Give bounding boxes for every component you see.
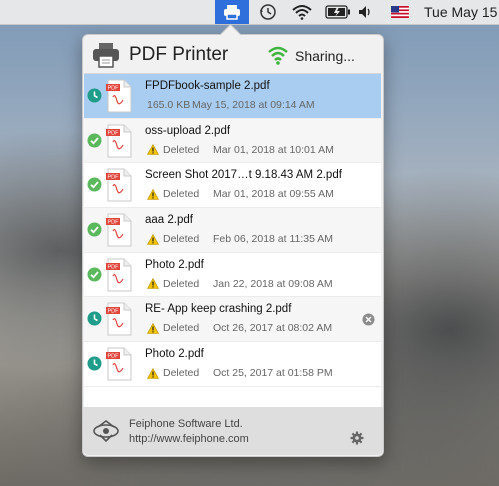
remove-job-icon[interactable] [362, 313, 375, 326]
pdf-file-icon: PDF [105, 258, 133, 292]
svg-text:PDF: PDF [108, 309, 120, 315]
pdf-file-icon: PDF [105, 124, 133, 158]
sharing-status: Sharing... [295, 48, 355, 64]
svg-text:PDF: PDF [108, 175, 120, 181]
file-row[interactable]: PDF FPDFbook-sample 2.pdf 165.0 KB May 15, … [84, 74, 381, 120]
pdf-printer-popover: PDF Printer Sharing... PDF FPDFbook-sampl… [82, 23, 384, 457]
warning-icon [147, 144, 163, 155]
feiphone-logo-icon [93, 420, 119, 443]
checkmark-icon [87, 177, 102, 192]
svg-text:PDF: PDF [108, 86, 120, 92]
menubar-clock[interactable]: Tue May 15 [424, 0, 499, 24]
svg-text:PDF: PDF [108, 130, 120, 136]
file-meta: Deleted Oct 26, 2017 at 08:02 AM [147, 322, 332, 334]
battery-icon[interactable] [324, 0, 352, 24]
file-name: Photo 2.pdf [145, 348, 204, 361]
file-row[interactable]: PDF aaa 2.pdf Deleted Feb 06, 2018 at 11:35… [84, 208, 381, 253]
file-date: Jan 22, 2018 at 09:08 AM [213, 277, 333, 290]
file-state: Deleted [163, 143, 200, 156]
file-meta: Deleted Jan 22, 2018 at 09:08 AM [147, 278, 333, 290]
file-state: Deleted [163, 322, 200, 335]
pdf-file-icon: PDF [105, 302, 133, 336]
checkmark-icon [87, 222, 102, 237]
file-meta: 165.0 KB May 15, 2018 at 09:14 AM [147, 99, 315, 111]
file-size: 165.0 KB [147, 99, 191, 111]
app-title: PDF Printer [129, 44, 229, 65]
checkmark-icon [87, 267, 102, 282]
clock-icon [87, 88, 102, 103]
file-state: Deleted [163, 367, 200, 380]
file-date: Oct 26, 2017 at 08:02 AM [213, 322, 333, 335]
file-state: Deleted [163, 188, 200, 201]
file-date: Oct 25, 2017 at 01:58 PM [213, 367, 333, 380]
pdf-file-icon: PDF [105, 79, 133, 113]
gear-icon[interactable] [350, 431, 364, 445]
file-meta: Deleted Oct 25, 2017 at 01:58 PM [147, 367, 333, 379]
file-name: FPDFbook-sample 2.pdf [145, 80, 270, 92]
file-meta: Deleted Mar 01, 2018 at 09:55 AM [147, 188, 334, 200]
file-row[interactable]: PDF Photo 2.pdf Deleted Oct 25, 2017 at 01:… [84, 342, 381, 387]
file-name: aaa 2.pdf [145, 214, 193, 227]
volume-icon[interactable] [356, 0, 376, 24]
file-meta: Deleted Mar 01, 2018 at 10:01 AM [147, 144, 334, 156]
pdf-file-icon: PDF [105, 168, 133, 202]
pdf-printer-menu-icon[interactable] [215, 0, 249, 24]
file-row[interactable]: PDF oss-upload 2.pdf Deleted Mar 01, 2018 a… [84, 118, 381, 164]
file-row[interactable]: PDF Photo 2.pdf Deleted Jan 22, 2018 at 09:… [84, 253, 381, 298]
printer-app-icon [93, 43, 119, 68]
clock-icon [87, 311, 102, 326]
file-name: Photo 2.pdf [145, 258, 204, 271]
file-row[interactable]: PDF Screen Shot 2017…t 9.18.43 AM 2.pdf De… [84, 163, 381, 209]
clock-icon [87, 356, 102, 371]
file-name: RE- App keep crashing 2.pdf [145, 303, 292, 316]
pdf-file-icon: PDF [105, 213, 133, 247]
wifi-icon[interactable] [290, 0, 314, 24]
warning-icon [147, 233, 163, 245]
file-state: Deleted [163, 233, 200, 246]
svg-text:PDF: PDF [108, 220, 120, 226]
us-flag-icon[interactable] [390, 0, 410, 24]
sharing-signal-icon [268, 46, 288, 65]
file-date: Mar 01, 2018 at 09:55 AM [213, 188, 334, 201]
warning-icon [147, 322, 163, 334]
file-name: Screen Shot 2017…t 9.18.43 AM 2.pdf [145, 169, 342, 182]
file-state: Deleted [163, 277, 200, 290]
menu-bar: Tue May 15 [0, 0, 499, 25]
file-date: Feb 06, 2018 at 11:35 AM [213, 233, 334, 246]
file-date: May 15, 2018 at 09:14 AM [192, 99, 315, 111]
pdf-file-icon: PDF [105, 347, 133, 381]
checkmark-icon [87, 133, 102, 148]
company-name: Feiphone Software Ltd. [129, 418, 243, 430]
file-row[interactable]: PDF RE- App keep crashing 2.pdf Deleted Oct… [84, 297, 381, 343]
time-machine-icon[interactable] [257, 0, 279, 24]
svg-text:PDF: PDF [108, 354, 120, 360]
file-date: Mar 01, 2018 at 10:01 AM [213, 143, 334, 156]
warning-icon [147, 188, 163, 200]
company-url[interactable]: http://www.feiphone.com [129, 433, 249, 445]
warning-icon [147, 278, 163, 290]
file-meta: Deleted Feb 06, 2018 at 11:35 AM [147, 233, 333, 245]
popover-header: PDF Printer Sharing... [83, 35, 383, 73]
print-job-list[interactable]: PDF FPDFbook-sample 2.pdf 165.0 KB May 15, … [84, 73, 381, 408]
file-name: oss-upload 2.pdf [145, 124, 231, 137]
svg-text:PDF: PDF [108, 264, 120, 270]
popover-footer: Feiphone Software Ltd. http://www.feipho… [83, 407, 383, 455]
warning-icon [147, 367, 163, 379]
